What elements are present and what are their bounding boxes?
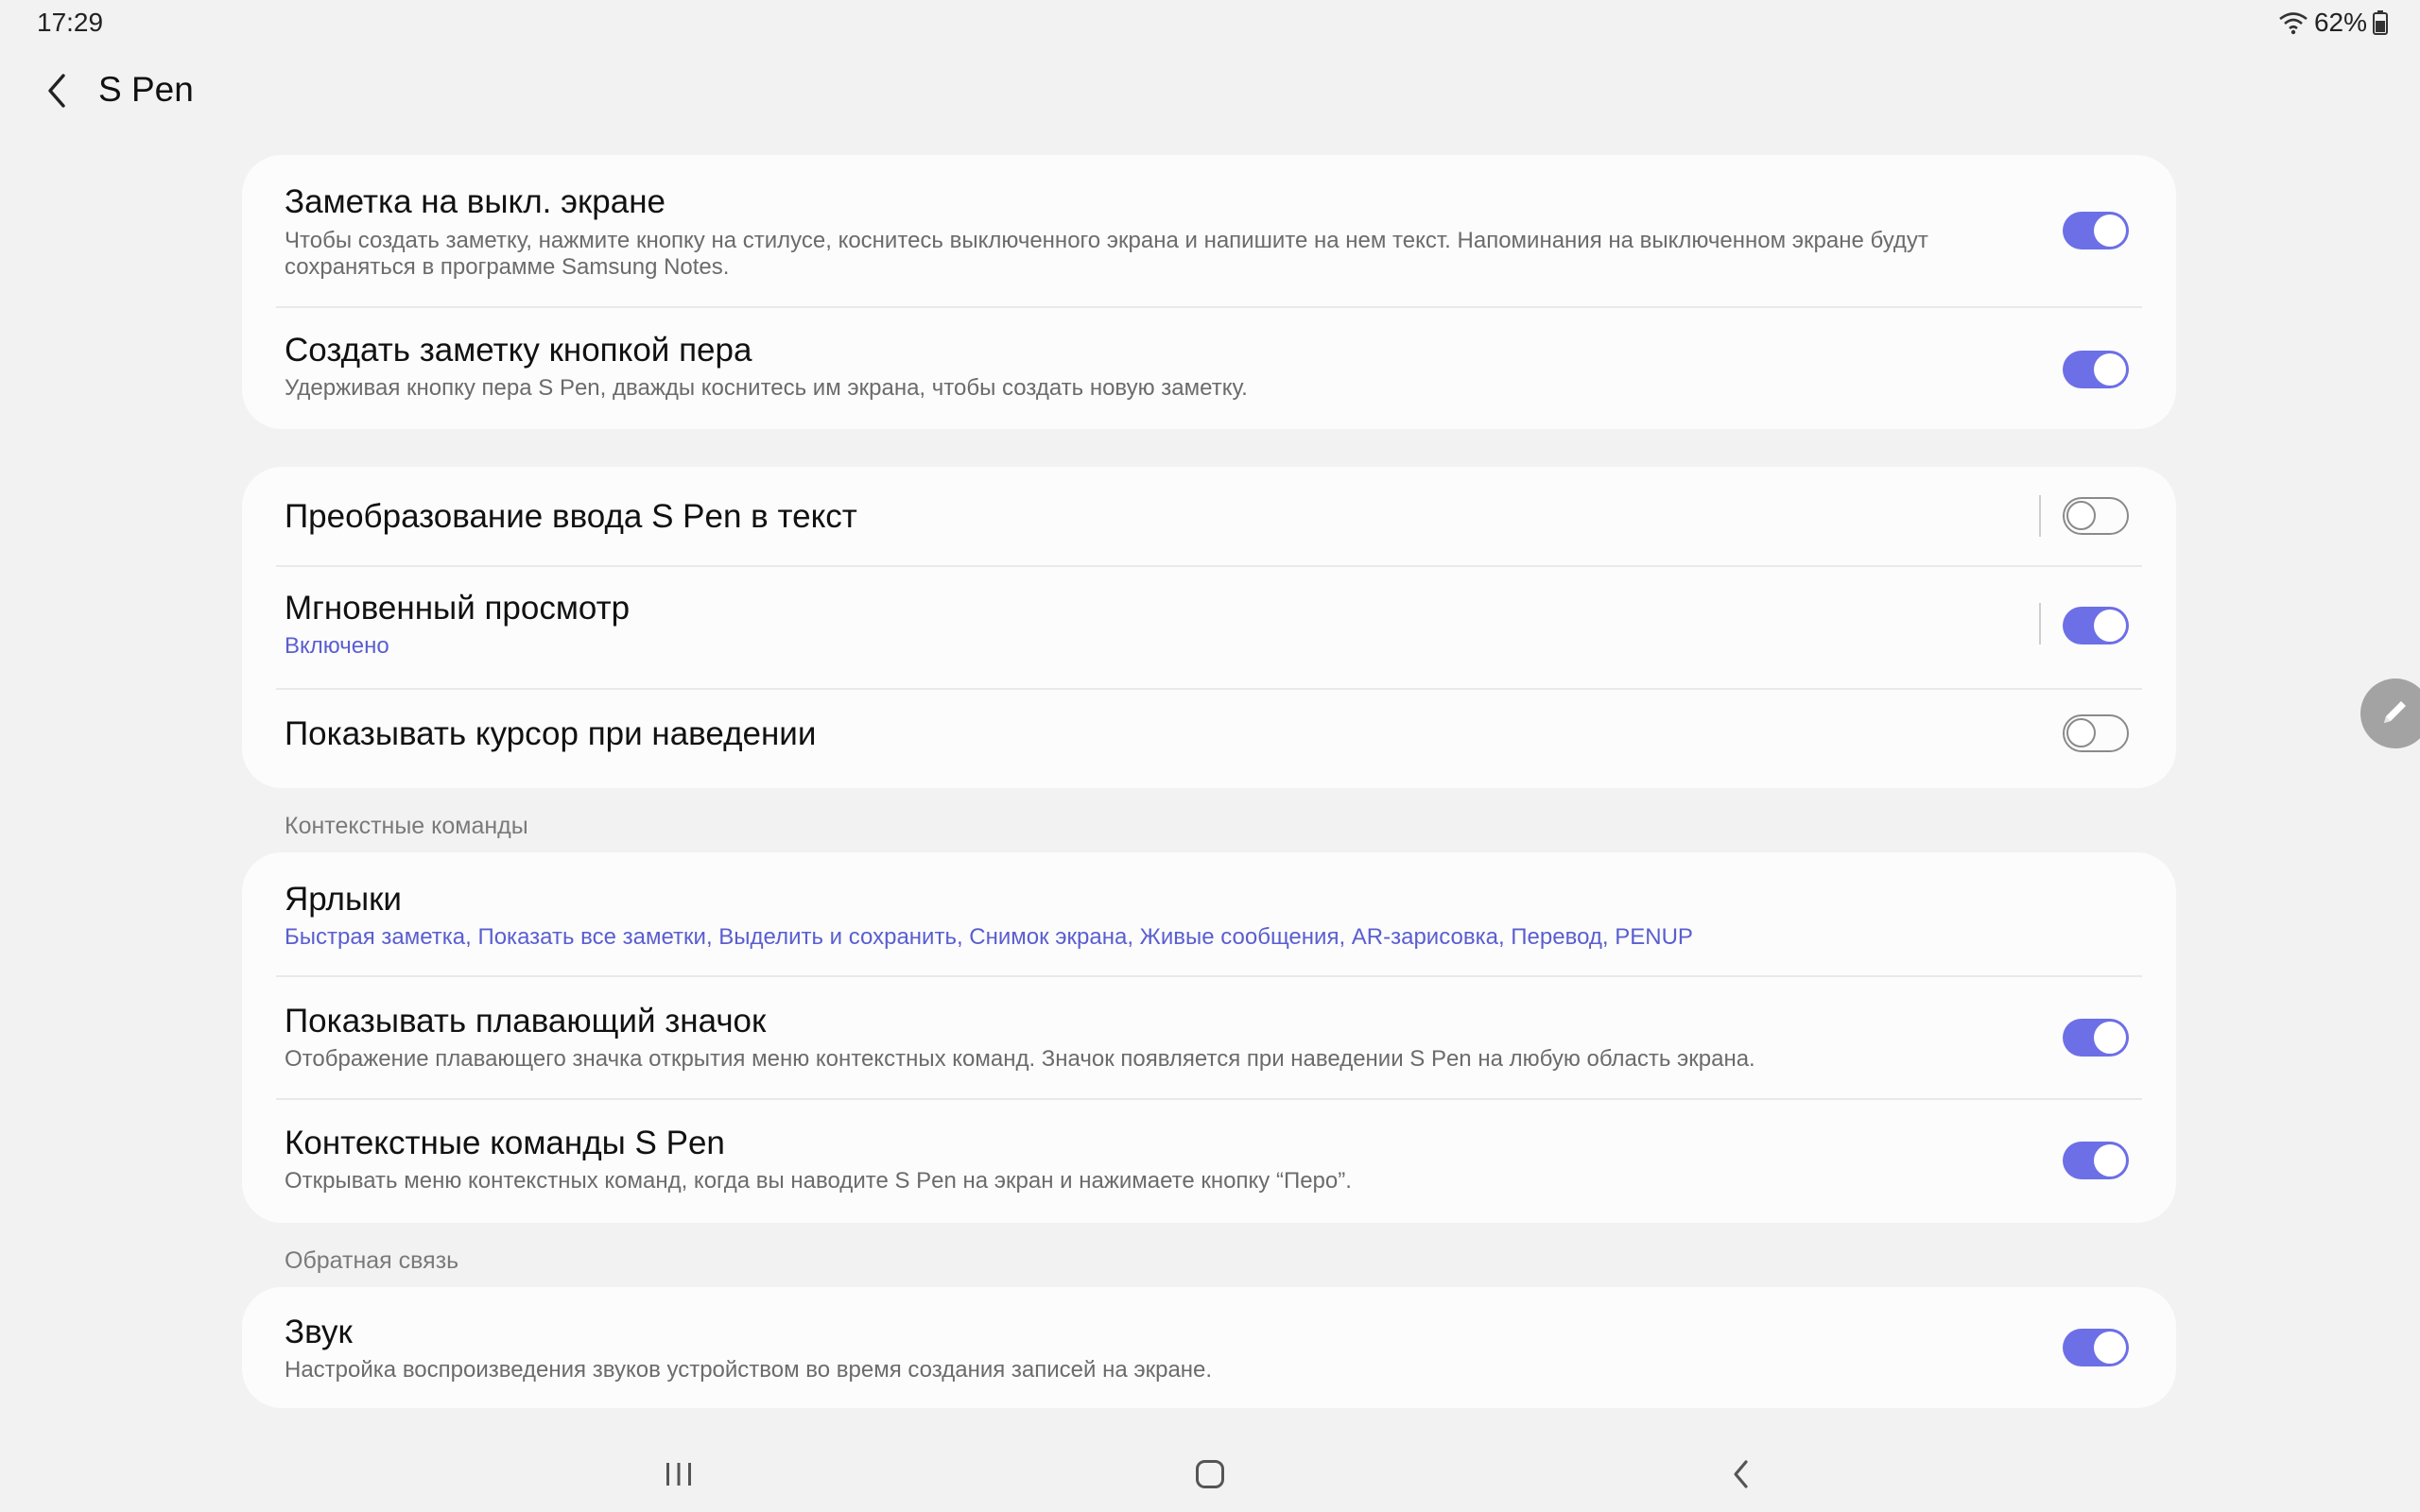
vertical-separator (2039, 495, 2041, 537)
air-command-toggle[interactable] (2063, 1142, 2129, 1179)
pen-icon (2378, 695, 2412, 733)
setting-screen-off-memo[interactable]: Заметка на выкл. экране Чтобы создать за… (242, 155, 2176, 306)
settings-card-feedback: Звук Настройка воспроизведения звуков ус… (242, 1287, 2176, 1408)
floating-air-command-button[interactable] (2360, 679, 2420, 748)
setting-subtitle: Удерживая кнопку пера S Pen, дважды косн… (285, 375, 1248, 401)
setting-air-view[interactable]: Мгновенный просмотр Включено (242, 567, 2176, 688)
home-button[interactable] (1182, 1448, 1238, 1504)
setting-subtitle: Быстрая заметка, Показать все заметки, В… (285, 924, 1693, 950)
setting-title: Показывать курсор при наведении (285, 715, 817, 752)
setting-title: Ярлыки (285, 881, 402, 918)
settings-card-input: Преобразование ввода S Pen в текст Мгнов… (242, 467, 2176, 788)
home-icon (1194, 1458, 1226, 1495)
hover-cursor-toggle[interactable] (2063, 714, 2129, 752)
setting-title: Контекстные команды S Pen (285, 1125, 725, 1161)
setting-sound[interactable]: Звук Настройка воспроизведения звуков ус… (242, 1287, 2176, 1408)
setting-pen-to-text[interactable]: Преобразование ввода S Pen в текст (242, 467, 2176, 565)
pen-to-text-toggle[interactable] (2063, 497, 2129, 535)
app-bar: S Pen (0, 57, 2420, 129)
battery-percent: 62% (2313, 8, 2367, 37)
setting-floating-icon[interactable]: Показывать плавающий значок Отображение … (242, 977, 2176, 1098)
setting-status: Включено (285, 633, 389, 659)
setting-title: Звук (285, 1314, 353, 1350)
setting-title: Мгновенный просмотр (285, 590, 631, 627)
setting-title: Создать заметку кнопкой пера (285, 332, 752, 369)
status-bar: 17:29 62% (0, 0, 2420, 45)
settings-card-context: Ярлыки Быстрая заметка, Показать все зам… (242, 852, 2176, 1223)
setting-subtitle: Чтобы создать заметку, нажмите кнопку на… (285, 228, 1928, 280)
vertical-separator (2039, 603, 2041, 644)
sound-toggle[interactable] (2063, 1329, 2129, 1366)
section-header-feedback: Обратная связь (285, 1247, 459, 1274)
pen-button-memo-toggle[interactable] (2063, 351, 2129, 388)
recents-button[interactable] (650, 1448, 707, 1504)
section-header-context-commands: Контекстные команды (285, 813, 528, 839)
setting-subtitle: Настройка воспроизведения звуков устройс… (285, 1357, 1213, 1383)
setting-shortcuts[interactable]: Ярлыки Быстрая заметка, Показать все зам… (242, 852, 2176, 975)
wifi-icon (2278, 10, 2308, 35)
screen-off-memo-toggle[interactable] (2063, 212, 2129, 249)
setting-title: Заметка на выкл. экране (285, 183, 666, 220)
setting-air-command[interactable]: Контекстные команды S Pen Открывать меню… (242, 1100, 2176, 1223)
setting-title: Преобразование ввода S Pen в текст (285, 498, 857, 535)
recents-icon (663, 1460, 695, 1493)
system-back-button[interactable] (1713, 1448, 1770, 1504)
setting-hover-cursor[interactable]: Показывать курсор при наведении (242, 690, 2176, 788)
setting-title: Показывать плавающий значок (285, 1003, 767, 1040)
setting-pen-button-memo[interactable]: Создать заметку кнопкой пера Удерживая к… (242, 308, 2176, 429)
air-view-toggle[interactable] (2063, 607, 2129, 644)
settings-card-notes: Заметка на выкл. экране Чтобы создать за… (242, 155, 2176, 429)
status-icons: 62% (2278, 8, 2388, 38)
floating-icon-toggle[interactable] (2063, 1019, 2129, 1057)
navigation-bar (0, 1429, 2420, 1512)
chevron-left-icon (43, 72, 71, 114)
setting-subtitle: Открывать меню контекстных команд, когда… (285, 1168, 1352, 1194)
status-time: 17:29 (37, 8, 104, 37)
back-button[interactable] (32, 68, 81, 117)
back-icon (1727, 1458, 1755, 1495)
setting-subtitle: Отображение плавающего значка открытия м… (285, 1046, 1755, 1072)
battery-icon (2373, 10, 2388, 35)
page-title: S Pen (98, 70, 194, 109)
